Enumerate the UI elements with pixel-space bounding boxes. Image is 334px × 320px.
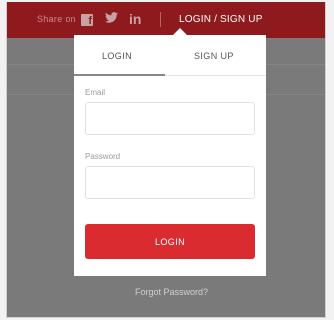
active-tab-indicator xyxy=(74,74,165,76)
twitter-icon[interactable] xyxy=(105,11,118,26)
twitter-glyph xyxy=(105,12,118,23)
facebook-glyph: f xyxy=(88,15,92,27)
password-field[interactable] xyxy=(85,166,255,199)
header-divider xyxy=(160,12,161,27)
email-label: Email xyxy=(85,88,106,97)
top-bar: Share on f in LOGIN / SIGN UP xyxy=(7,2,325,38)
facebook-icon[interactable]: f xyxy=(81,14,93,27)
tab-login[interactable]: LOGIN xyxy=(102,51,132,61)
email-field[interactable] xyxy=(85,102,255,135)
login-button[interactable]: LOGIN xyxy=(85,224,255,259)
tab-signup[interactable]: SIGN UP xyxy=(194,51,234,61)
password-label: Password xyxy=(85,152,121,161)
modal-caret xyxy=(173,28,187,35)
login-modal: LOGIN SIGN UP Email Password LOGIN xyxy=(74,35,266,276)
share-label: Share on xyxy=(37,14,76,24)
linkedin-icon[interactable]: in xyxy=(129,11,141,27)
login-signup-link[interactable]: LOGIN / SIGN UP xyxy=(179,14,263,25)
auth-tabs: LOGIN SIGN UP xyxy=(74,35,266,76)
page-backdrop: Share on f in LOGIN / SIGN UP LOGIN SIGN… xyxy=(6,2,326,318)
forgot-password-link[interactable]: Forgot Password? xyxy=(135,287,208,297)
